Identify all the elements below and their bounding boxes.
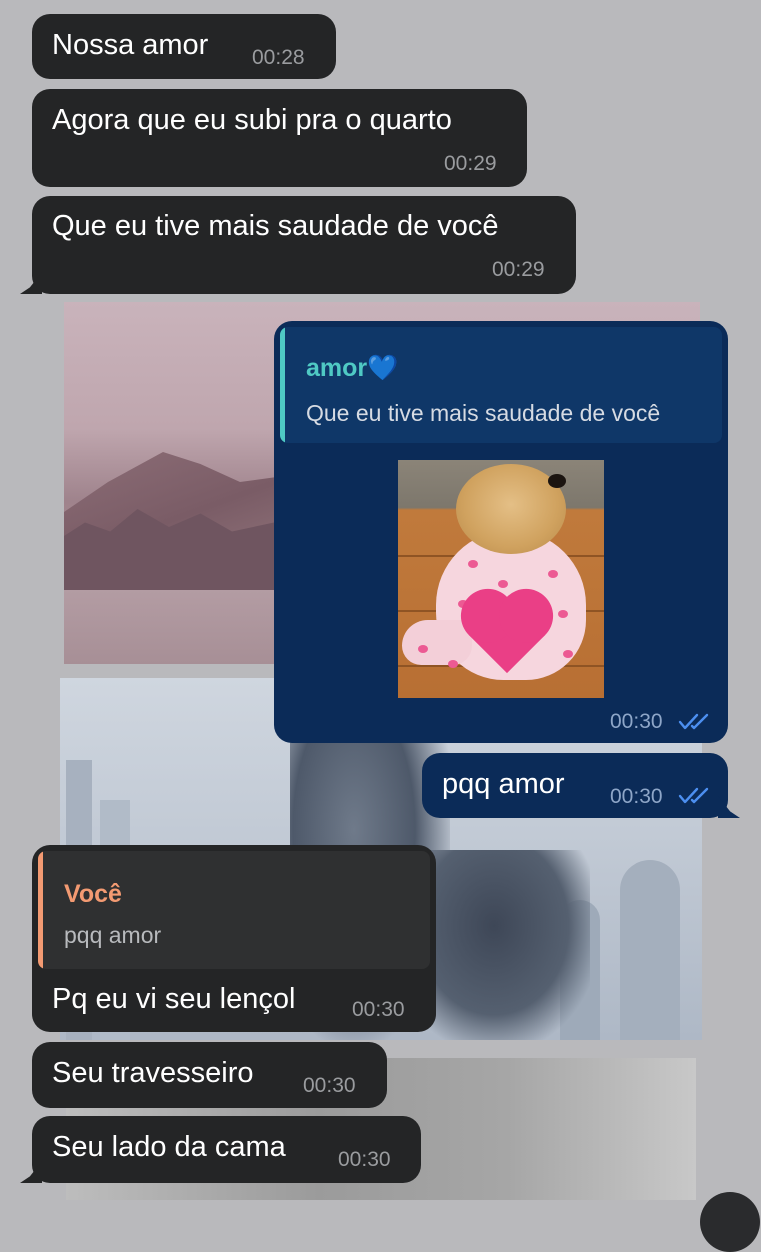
puppy-leg [402, 620, 472, 665]
message-text: Seu lado da cama [52, 1131, 286, 1163]
incoming-message-bubble[interactable]: Nossa amor 00:28 [32, 14, 336, 79]
puppy-photo[interactable] [398, 460, 604, 698]
message-timestamp: 00:28 [252, 46, 305, 69]
outgoing-message-bubble[interactable]: pqq amor 00:30 [422, 753, 728, 818]
pajama-heart [498, 580, 508, 588]
reply-sender-name: Você [64, 880, 122, 908]
reply-quote-bar [280, 327, 285, 443]
wallpaper-tower [620, 860, 680, 1040]
message-text: pqq amor [442, 768, 565, 800]
message-text: Seu travesseiro [52, 1057, 254, 1089]
message-timestamp: 00:29 [444, 152, 497, 175]
pajama-heart [563, 650, 573, 658]
reply-sender-name: amor💙 [306, 354, 399, 382]
message-text: Pq eu vi seu lençol [52, 983, 296, 1015]
reply-quote[interactable]: amor💙 Que eu tive mais saudade de você [280, 327, 722, 443]
incoming-message-bubble[interactable]: Seu lado da cama 00:30 [32, 1116, 421, 1183]
wallpaper-figure-coat [430, 850, 590, 1040]
message-text: Nossa amor [52, 29, 209, 61]
puppy-nose [548, 474, 566, 488]
pajama-heart [558, 610, 568, 618]
wallpaper-grass [64, 590, 274, 664]
double-check-icon [678, 713, 709, 730]
incoming-reply-bubble[interactable]: Você pqq amor Pq eu vi seu lençol 00:30 [32, 845, 436, 1032]
double-check-icon [678, 787, 709, 804]
message-timestamp: 00:30 [338, 1148, 391, 1171]
scroll-down-button[interactable] [700, 1192, 760, 1252]
reply-quoted-text: pqq amor [64, 922, 162, 948]
pajama-heart [468, 560, 478, 568]
message-timestamp: 00:30 [352, 998, 405, 1021]
incoming-message-bubble[interactable]: Seu travesseiro 00:30 [32, 1042, 387, 1108]
message-timestamp: 00:29 [492, 258, 545, 281]
reply-quote[interactable]: Você pqq amor [38, 851, 430, 969]
pajama-heart [548, 570, 558, 578]
reply-quote-bar [38, 851, 43, 969]
message-timestamp: 00:30 [610, 785, 663, 808]
incoming-message-bubble[interactable]: Que eu tive mais saudade de você 00:29 [32, 196, 576, 294]
message-timestamp: 00:30 [303, 1074, 356, 1097]
pajama-heart [418, 645, 428, 653]
message-timestamp: 00:30 [610, 710, 663, 733]
message-text: Que eu tive mais saudade de você [52, 210, 499, 242]
pajama-heart [448, 660, 458, 668]
reply-quoted-text: Que eu tive mais saudade de você [306, 400, 661, 426]
incoming-message-bubble[interactable]: Agora que eu subi pra o quarto 00:29 [32, 89, 527, 187]
message-text: Agora que eu subi pra o quarto [52, 104, 452, 136]
